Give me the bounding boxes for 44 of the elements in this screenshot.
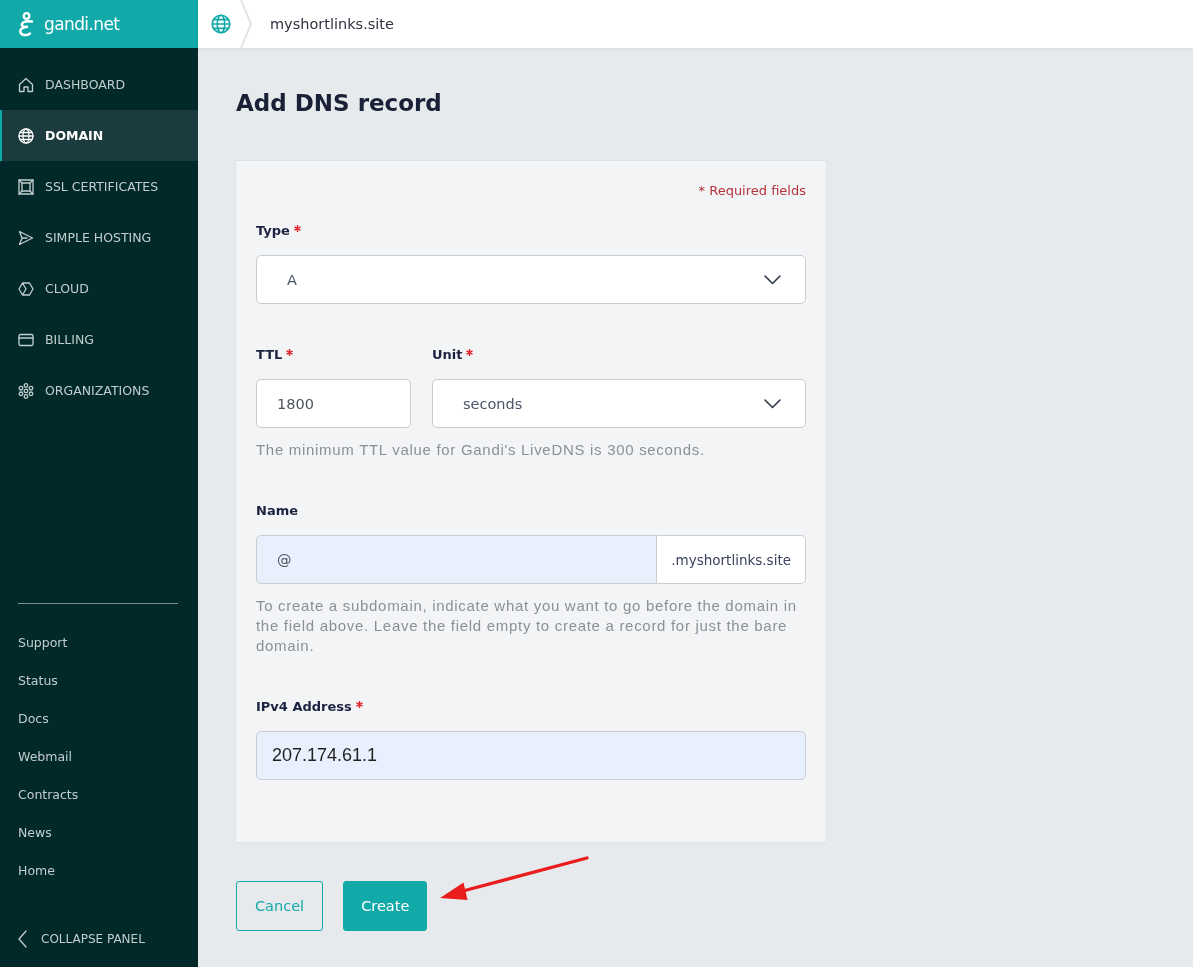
dropdown-select[interactable]: seconds <box>432 379 806 428</box>
nav-item[interactable]: CLOUD <box>0 263 198 314</box>
chevron-left-icon <box>18 930 27 948</box>
framed-square-icon <box>18 178 34 195</box>
subdomain-input[interactable]: @ <box>256 535 658 584</box>
credit-card-icon <box>18 331 34 348</box>
paper-plane-icon <box>18 229 34 246</box>
sidebar-link[interactable]: Contracts <box>18 786 79 804</box>
field-label: Unit <box>432 346 463 364</box>
help-text: The minimum TTL value for Gandi's LiveDNS is 300 seconds. <box>256 440 706 460</box>
nav-item[interactable]: SSL CERTIFICATES <box>0 161 198 212</box>
circle-cluster-icon <box>18 382 34 399</box>
help-text: To create a subdomain, indicate what you want to go before the domain in the field above. Leave the field empty to create a record for just the bare domain. <box>256 596 798 656</box>
breadcrumb-domain[interactable]: myshortlinks.site <box>270 16 394 32</box>
dropdown-select[interactable]: A <box>256 255 806 304</box>
globe-icon <box>18 127 34 144</box>
home-icon <box>18 76 34 93</box>
sidebar-link[interactable]: Home <box>18 862 55 880</box>
field-label: TTL <box>256 346 283 364</box>
logo-icon <box>18 11 35 37</box>
globe-icon <box>211 14 231 34</box>
chevron-down-icon <box>764 274 781 285</box>
chevron-down-icon <box>764 398 781 409</box>
sidebar-link[interactable]: Docs <box>18 710 49 728</box>
hexagon-icon <box>18 280 34 297</box>
sidebar-link[interactable]: Support <box>18 634 68 652</box>
nav-item[interactable]: DASHBOARD <box>0 59 198 110</box>
required-fields-note: * Required fields <box>698 182 806 200</box>
field-label: IPv4 Address <box>256 698 352 716</box>
field-label: Name <box>256 502 298 520</box>
nav-item[interactable]: ORGANIZATIONS <box>0 365 198 416</box>
sidebar-link[interactable]: Status <box>18 672 58 690</box>
sidebar-link[interactable]: News <box>18 824 52 842</box>
field-label: Type <box>256 222 290 240</box>
logo-text: gandi.net <box>44 14 120 34</box>
nav-item[interactable]: BILLING <box>0 314 198 365</box>
collapse-panel-button[interactable]: COLLAPSE PANEL <box>18 929 145 949</box>
nav-item[interactable]: SIMPLE HOSTING <box>0 212 198 263</box>
sidebar-link[interactable]: Webmail <box>18 748 73 766</box>
nav-item[interactable]: DOMAIN <box>0 110 198 161</box>
text-input[interactable]: 207.174.61.1 <box>256 731 806 780</box>
text-input[interactable]: 1800 <box>256 379 411 428</box>
page-title: Add DNS record <box>236 89 442 118</box>
domain-suffix: .myshortlinks.site <box>657 535 806 584</box>
